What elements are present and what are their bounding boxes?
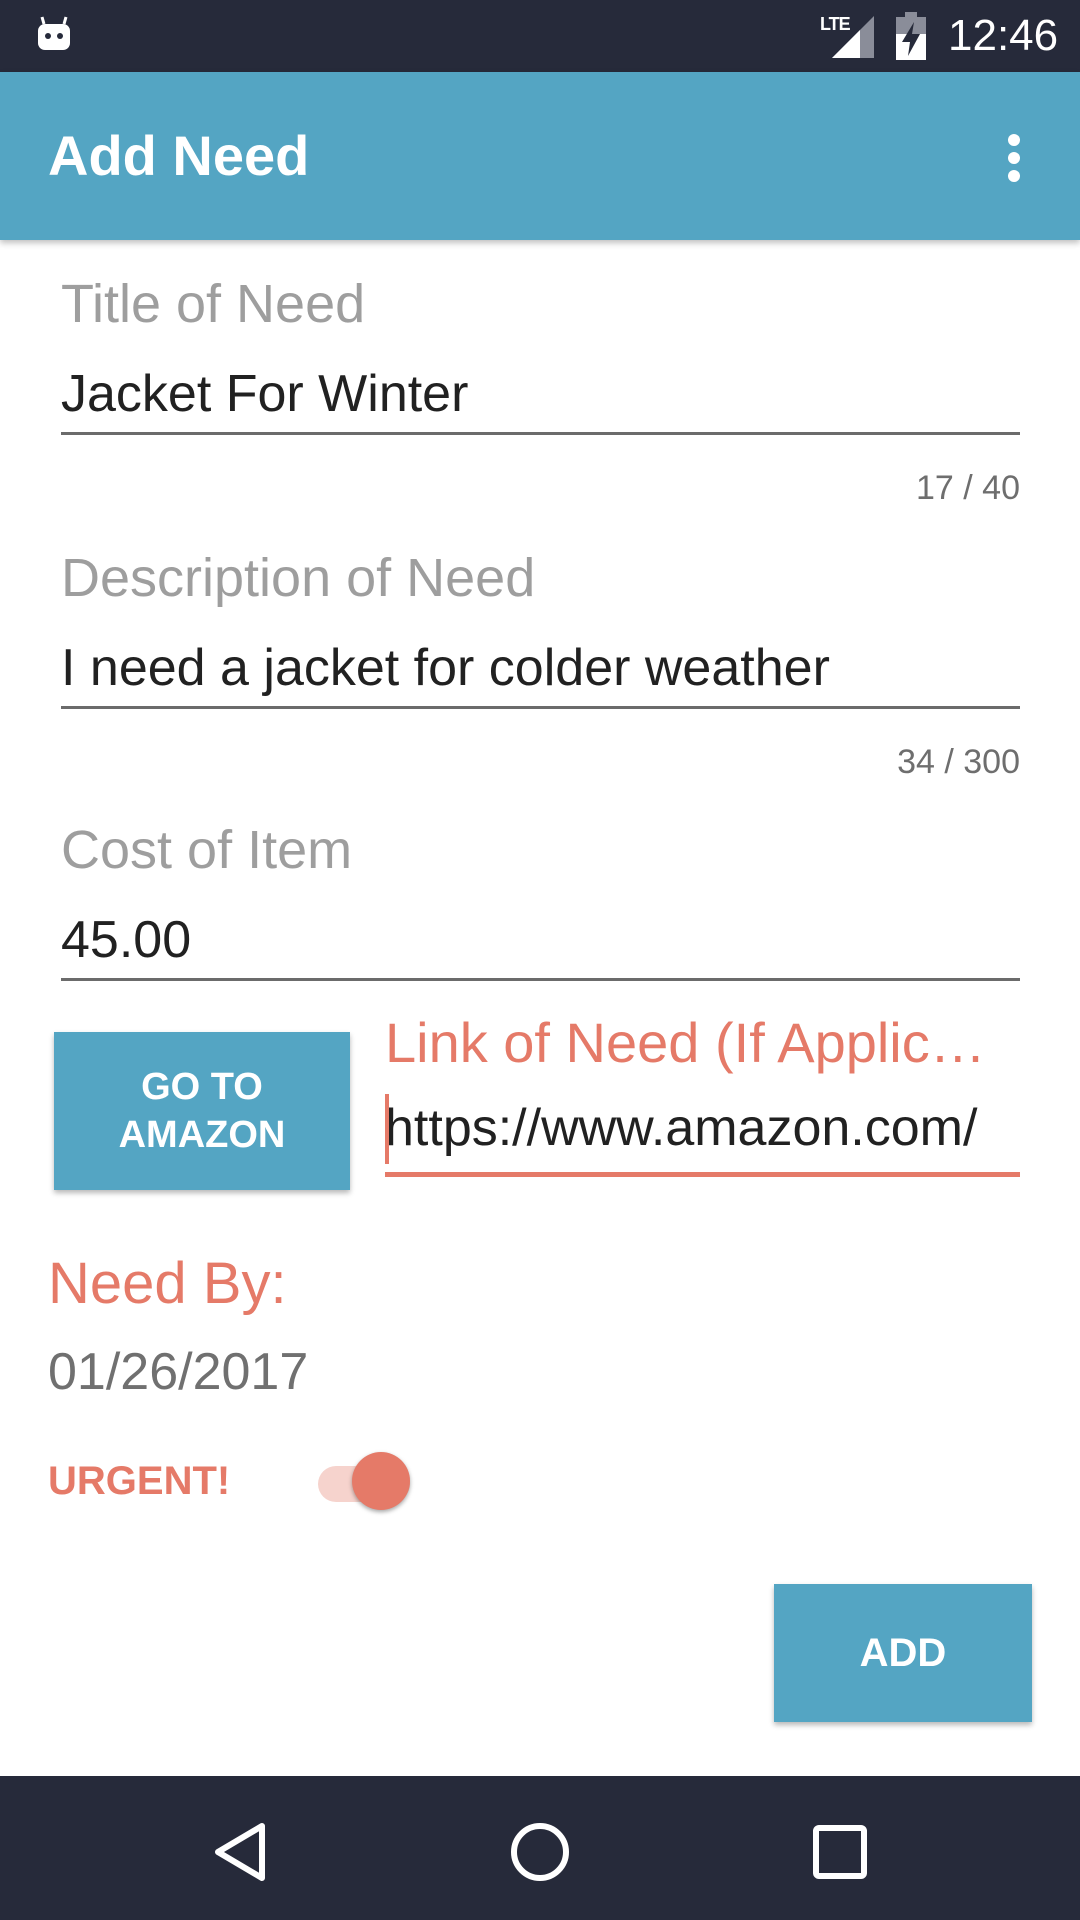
urgent-switch[interactable] — [314, 1450, 414, 1512]
add-button[interactable]: ADD — [774, 1584, 1032, 1722]
battery-charging-icon — [896, 12, 926, 60]
app-bar: Add Need — [0, 72, 1080, 240]
title-input[interactable]: Jacket For Winter — [61, 362, 468, 426]
clock: 12:46 — [948, 11, 1059, 60]
link-input-underline — [385, 1172, 1020, 1177]
title-field-label: Title of Need — [61, 274, 366, 334]
switch-thumb — [352, 1452, 410, 1510]
text-cursor — [385, 1094, 389, 1164]
description-input-underline — [61, 706, 1020, 709]
urgent-label: URGENT! — [48, 1459, 231, 1503]
back-icon[interactable] — [200, 1812, 280, 1892]
description-field-label: Description of Need — [61, 548, 536, 608]
link-input[interactable]: https://www.amazon.com/ — [385, 1096, 1025, 1160]
go-to-amazon-button-label: GO TO AMAZON — [118, 1066, 286, 1156]
need-by-label: Need By: — [48, 1251, 287, 1316]
android-notification-icon — [38, 16, 70, 50]
link-field-label: Link of Need (If Applic… — [385, 1011, 986, 1074]
title-char-counter: 17 / 40 — [916, 469, 1020, 507]
home-icon[interactable] — [500, 1812, 580, 1892]
add-button-label: ADD — [859, 1630, 947, 1675]
description-char-counter: 34 / 300 — [897, 743, 1020, 781]
description-input[interactable]: I need a jacket for colder weather — [61, 636, 830, 700]
go-to-amazon-button[interactable]: GO TO AMAZON — [54, 1032, 350, 1190]
title-input-underline — [61, 432, 1020, 435]
cost-input[interactable]: 45.00 — [61, 908, 191, 972]
page-title: Add Need — [48, 124, 310, 187]
navigation-bar — [0, 1776, 1080, 1920]
signal-icon — [832, 16, 874, 58]
cost-field-label: Cost of Item — [61, 820, 353, 880]
recents-icon[interactable] — [800, 1812, 880, 1892]
overflow-menu-icon[interactable] — [992, 128, 1036, 188]
status-bar: LTE 12:46 — [0, 0, 1080, 72]
cost-input-underline — [61, 978, 1020, 981]
need-by-date[interactable]: 01/26/2017 — [48, 1340, 308, 1404]
